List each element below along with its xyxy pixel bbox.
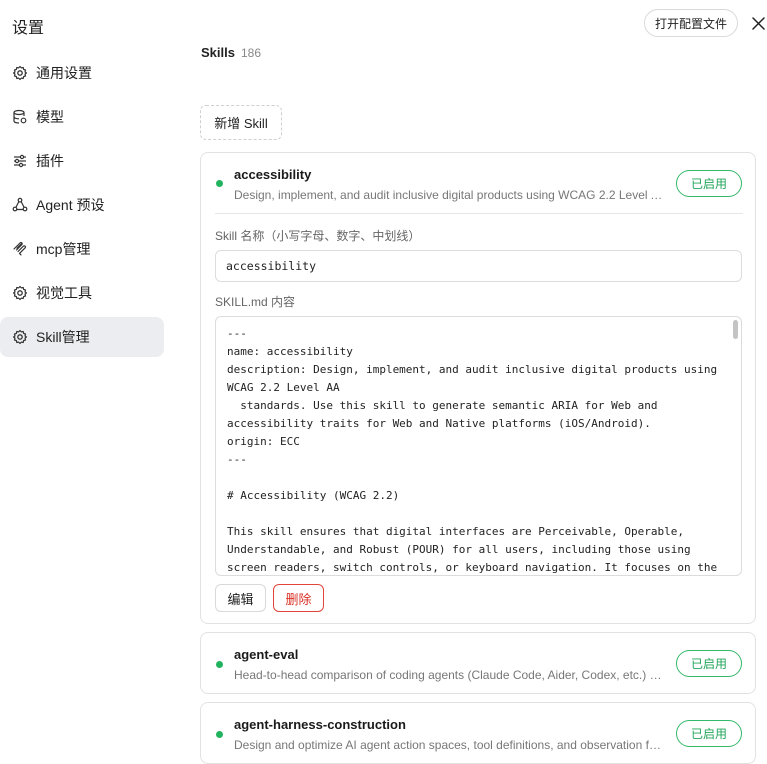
gear-icon (12, 65, 28, 81)
sidebar-item-models[interactable]: 模型 (0, 97, 164, 137)
status-dot (216, 731, 223, 738)
sidebar-item-agent-presets[interactable]: Agent 预设 (0, 185, 164, 225)
enabled-toggle[interactable]: 已启用 (676, 720, 742, 747)
skill-name: agent-eval (234, 647, 299, 662)
skill-name-input[interactable]: accessibility (215, 250, 742, 282)
scrollbar[interactable] (733, 320, 738, 339)
divider (215, 213, 743, 214)
skill-name: agent-harness-construction (234, 717, 406, 732)
status-dot (216, 661, 223, 668)
skill-card-header[interactable]: agent-eval Head-to-head comparison of co… (201, 633, 755, 693)
skill-card[interactable]: agent-eval Head-to-head comparison of co… (200, 632, 756, 694)
new-skill-button[interactable]: 新增 Skill (200, 105, 282, 140)
sidebar-item-label: Skill管理 (36, 329, 90, 345)
sidebar-item-label: Agent 预设 (36, 197, 105, 213)
sidebar-item-label: 插件 (36, 153, 64, 169)
sidebar-item-mcp[interactable]: mcp管理 (0, 229, 164, 269)
sidebar-item-label: 视觉工具 (36, 285, 92, 301)
skills-header: Skills 186 (201, 45, 261, 60)
database-icon (12, 109, 28, 125)
sidebar: 设置 通用设置 模型 插件 Agent 预设 mcp管理 视觉工具 Skill管… (0, 0, 170, 764)
mcp-icon (12, 241, 28, 257)
sidebar-item-general[interactable]: 通用设置 (0, 53, 164, 93)
skill-card-header[interactable]: agent-harness-construction Design and op… (201, 703, 755, 763)
status-dot (216, 180, 223, 187)
gear-icon (12, 285, 28, 301)
sidebar-item-visual-tools[interactable]: 视觉工具 (0, 273, 164, 313)
sidebar-item-label: 通用设置 (36, 65, 92, 81)
skill-name: accessibility (234, 167, 312, 182)
edit-button[interactable]: 编辑 (215, 584, 266, 612)
open-config-button[interactable]: 打开配置文件 (644, 9, 738, 37)
skill-content-editor[interactable]: --- name: accessibility description: Des… (215, 316, 742, 576)
skill-name-label: Skill 名称（小写字母、数字、中划线） (215, 229, 421, 243)
sliders-icon (12, 153, 28, 169)
skills-count: 186 (240, 46, 261, 60)
skill-description: Head-to-head comparison of coding agents… (234, 668, 666, 682)
sidebar-item-plugins[interactable]: 插件 (0, 141, 164, 181)
skill-card-header[interactable]: accessibility Design, implement, and aud… (201, 153, 755, 213)
sidebar-item-label: mcp管理 (36, 241, 91, 257)
settings-title: 设置 (12, 20, 45, 37)
close-icon (751, 16, 765, 30)
sidebar-item-label: 模型 (36, 109, 64, 125)
agent-icon (12, 197, 28, 213)
close-button[interactable] (749, 14, 767, 32)
skill-content-label: SKILL.md 内容 (215, 295, 296, 309)
skill-card[interactable]: accessibility Design, implement, and aud… (200, 152, 756, 624)
enabled-toggle[interactable]: 已启用 (676, 170, 742, 197)
skill-description: Design and optimize AI agent action spac… (234, 738, 666, 752)
skills-title: Skills (201, 45, 235, 60)
delete-button[interactable]: 删除 (273, 584, 324, 612)
enabled-toggle[interactable]: 已启用 (676, 650, 742, 677)
sidebar-item-skills[interactable]: Skill管理 (0, 317, 164, 357)
skill-content-text: --- name: accessibility description: Des… (227, 327, 718, 574)
skill-card[interactable]: agent-harness-construction Design and op… (200, 702, 756, 764)
gear-icon (12, 329, 28, 345)
skill-description: Design, implement, and audit inclusive d… (234, 188, 666, 202)
